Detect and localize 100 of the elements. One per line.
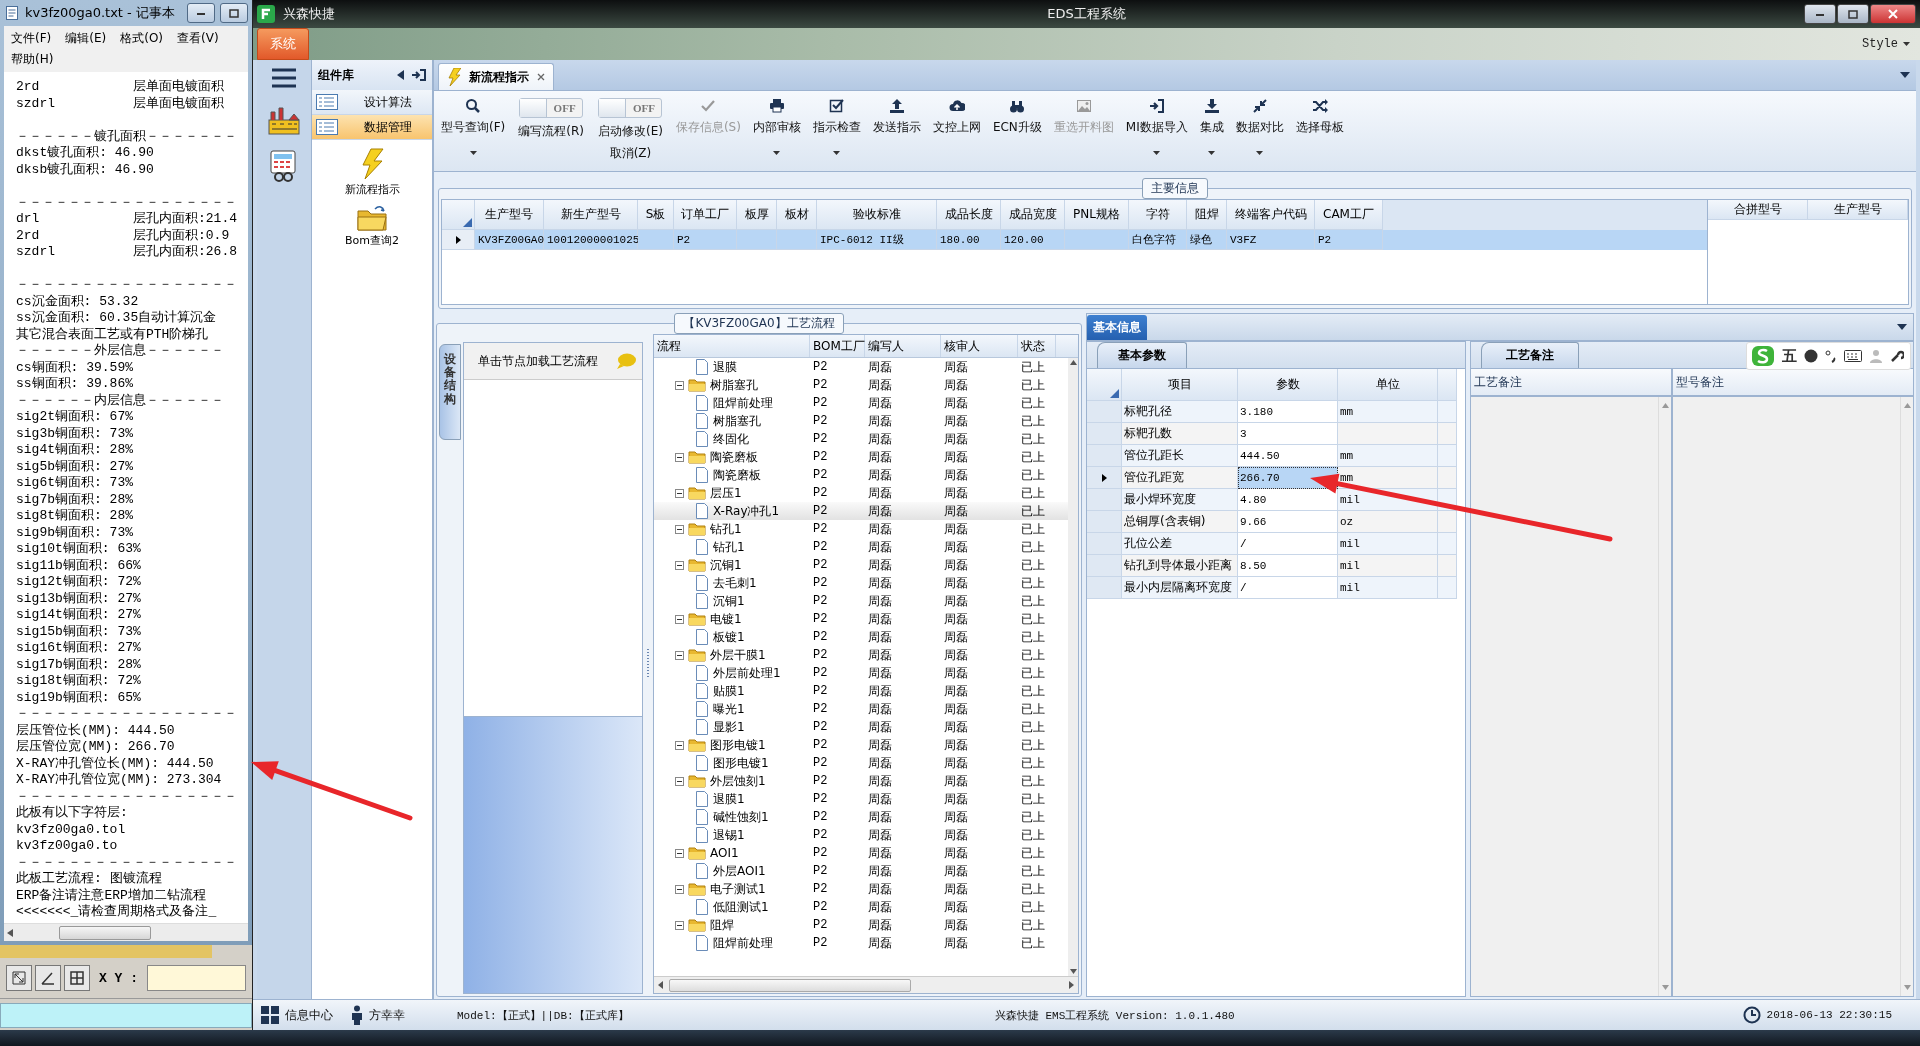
column-header[interactable]: S板: [638, 200, 674, 230]
column-header[interactable]: 订单工厂: [674, 200, 737, 230]
tree-row[interactable]: 陶瓷磨板 P2 周磊 周磊 已上: [654, 448, 1068, 466]
column-header[interactable]: 阻焊: [1187, 200, 1227, 230]
tree-row[interactable]: 沉铜1 P2 周磊 周磊 已上: [654, 592, 1068, 610]
ime-toolbar[interactable]: 五: [1746, 342, 1911, 370]
horizontal-scrollbar[interactable]: [654, 976, 1078, 993]
toolbar-button[interactable]: 集成: [1194, 91, 1229, 166]
splitter-handle[interactable]: [646, 649, 650, 679]
panel-tab[interactable]: 工艺备注: [1481, 342, 1579, 368]
angle-tool-button[interactable]: [35, 965, 61, 991]
tree-row[interactable]: 外层AOI1 P2 周磊 周磊 已上: [654, 862, 1068, 880]
collapse-icon[interactable]: [397, 70, 404, 80]
tree-row[interactable]: 退膜1 P2 周磊 周磊 已上: [654, 790, 1068, 808]
column-header[interactable]: 验收标准: [817, 200, 937, 230]
expander-icon[interactable]: [675, 488, 684, 498]
tree-row[interactable]: 钻孔1 P2 周磊 周磊 已上: [654, 520, 1068, 538]
expander-icon[interactable]: [675, 524, 684, 534]
table-cell[interactable]: 444.50: [1238, 445, 1338, 467]
nav-item[interactable]: 数据管理: [312, 115, 432, 140]
toolbar-button[interactable]: 指示检查: [807, 91, 866, 166]
column-header[interactable]: 新生产型号: [544, 200, 638, 230]
tree-row[interactable]: 电子测试1 P2 周磊 周磊 已上: [654, 880, 1068, 898]
toolbar-button[interactable]: ECN升级: [987, 91, 1047, 166]
tree-row[interactable]: 阻焊前处理 P2 周磊 周磊 已上: [654, 934, 1068, 952]
column-header[interactable]: 成品宽度: [1001, 200, 1065, 230]
column-header[interactable]: 核审人: [941, 335, 1018, 357]
tree-row[interactable]: 图形电镀1 P2 周磊 周磊 已上: [654, 754, 1068, 772]
column-header[interactable]: 单位: [1338, 369, 1438, 401]
calculator-icon[interactable]: [269, 150, 299, 182]
dropdown-icon[interactable]: [1897, 324, 1907, 330]
scroll-down-icon[interactable]: [1069, 969, 1077, 974]
toggle-switch[interactable]: OFF: [598, 98, 663, 118]
tree-row[interactable]: 退锡1 P2 周磊 周磊 已上: [654, 826, 1068, 844]
tree-row[interactable]: 碱性蚀刻1 P2 周磊 周磊 已上: [654, 808, 1068, 826]
toolbar-button[interactable]: 内部审核: [747, 91, 806, 166]
tree-row[interactable]: 板镀1 P2 周磊 周磊 已上: [654, 628, 1068, 646]
expander-icon[interactable]: [675, 920, 684, 930]
tree-row[interactable]: 显影1 P2 周磊 周磊 已上: [654, 718, 1068, 736]
scroll-left-icon[interactable]: [658, 981, 663, 989]
table-cell[interactable]: /: [1238, 577, 1338, 599]
tree-row[interactable]: AOI1 P2 周磊 周磊 已上: [654, 844, 1068, 862]
toggle-switch[interactable]: OFF: [519, 98, 584, 118]
tree-row[interactable]: 低阻测试1 P2 周磊 周磊 已上: [654, 898, 1068, 916]
horizontal-scrollbar[interactable]: [4, 923, 248, 941]
column-header[interactable]: 参数: [1238, 369, 1338, 401]
expander-icon[interactable]: [675, 614, 684, 624]
tree-row[interactable]: 层压1 P2 周磊 周磊 已上: [654, 484, 1068, 502]
sign-in-icon[interactable]: [412, 69, 426, 81]
column-header[interactable]: 字符: [1129, 200, 1187, 230]
table-cell[interactable]: 9.66: [1238, 511, 1338, 533]
tree-row[interactable]: 电镀1 P2 周磊 周磊 已上: [654, 610, 1068, 628]
column-header[interactable]: BOM工厂: [810, 335, 865, 357]
tree-row[interactable]: 树脂塞孔 P2 周磊 周磊 已上: [654, 376, 1068, 394]
tree-row[interactable]: 阻焊前处理 P2 周磊 周磊 已上: [654, 394, 1068, 412]
tree-row[interactable]: 阻焊 P2 周磊 周磊 已上: [654, 916, 1068, 934]
toolbar-button[interactable]: 型号查询(F): [436, 91, 511, 166]
tree-row[interactable]: 贴膜1 P2 周磊 周磊 已上: [654, 682, 1068, 700]
toolbar-button[interactable]: 选择母板: [1290, 91, 1349, 166]
tree-row[interactable]: 沉铜1 P2 周磊 周磊 已上: [654, 556, 1068, 574]
table-cell[interactable]: 3: [1238, 423, 1338, 445]
menu-item[interactable]: 查看(V): [170, 28, 226, 49]
expander-icon[interactable]: [675, 740, 684, 750]
tree-row[interactable]: 外层蚀刻1 P2 周磊 周磊 已上: [654, 772, 1068, 790]
shortcut-item[interactable]: 新流程指示: [312, 148, 432, 197]
side-tab[interactable]: 设备结构: [439, 344, 461, 440]
column-header[interactable]: 状态: [1018, 335, 1056, 357]
tree-row[interactable]: 外层前处理1 P2 周磊 周磊 已上: [654, 664, 1068, 682]
toolbar-button[interactable]: 文控上网: [927, 91, 986, 166]
scroll-up-icon[interactable]: [1069, 360, 1077, 365]
shortcut-item[interactable]: Bom查询2: [312, 205, 432, 248]
close-icon[interactable]: [537, 73, 545, 81]
menu-item[interactable]: 文件(F): [4, 28, 59, 49]
scroll-right-icon[interactable]: [1069, 981, 1074, 989]
expander-icon[interactable]: [675, 776, 684, 786]
menu-item[interactable]: 编辑(E): [58, 28, 114, 49]
tree-row[interactable]: 钻孔1 P2 周磊 周磊 已上: [654, 538, 1068, 556]
table-cell[interactable]: 8.50: [1238, 555, 1338, 577]
column-header[interactable]: 型号备注: [1673, 369, 1913, 397]
column-header[interactable]: 项目: [1122, 369, 1238, 401]
toolbar-button[interactable]: 数据对比: [1230, 91, 1289, 166]
column-header[interactable]: 终端客户代码: [1227, 200, 1315, 230]
tree-row[interactable]: 去毛刺1 P2 周磊 周磊 已上: [654, 574, 1068, 592]
panel-tab[interactable]: 基本参数: [1097, 342, 1187, 368]
expander-icon[interactable]: [675, 884, 684, 894]
minimize-button[interactable]: [187, 3, 215, 23]
tree-row[interactable]: 退膜 P2 周磊 周磊 已上: [654, 358, 1068, 376]
row-header[interactable]: [442, 230, 475, 250]
close-button[interactable]: [1870, 4, 1916, 24]
column-header[interactable]: 生产型号: [475, 200, 544, 230]
resize-tool-button[interactable]: [6, 965, 32, 991]
document-tab[interactable]: 新流程指示: [438, 63, 554, 90]
expander-icon[interactable]: [675, 848, 684, 858]
menu-item[interactable]: 格式(O): [113, 28, 171, 49]
style-menu[interactable]: Style: [1856, 35, 1916, 53]
expander-icon[interactable]: [675, 380, 684, 390]
column-header[interactable]: 生产型号: [1808, 200, 1908, 220]
minimize-button[interactable]: [1804, 4, 1836, 24]
column-header[interactable]: 流程: [654, 335, 810, 357]
toolbar-button[interactable]: MI数据导入: [1120, 91, 1193, 166]
